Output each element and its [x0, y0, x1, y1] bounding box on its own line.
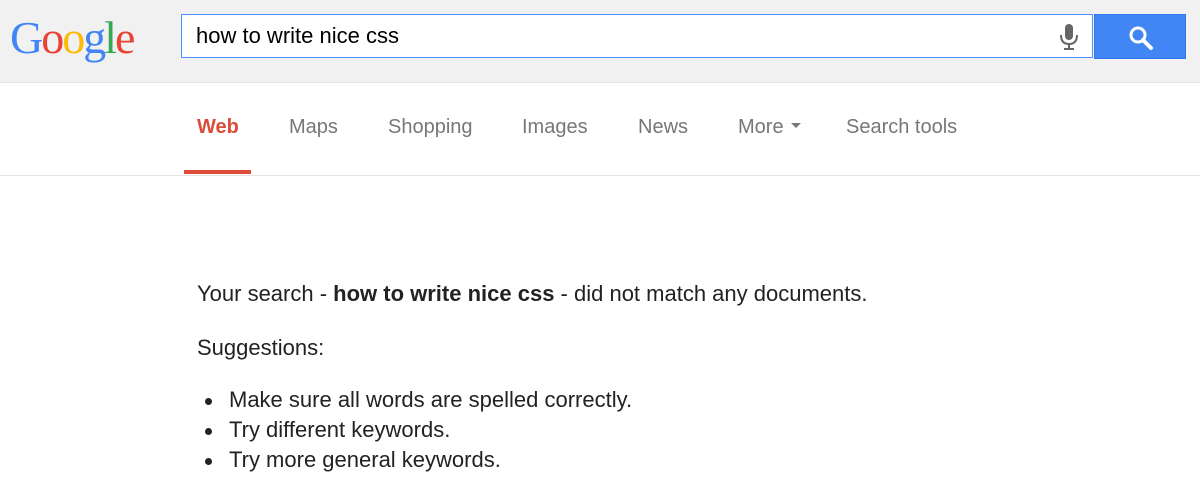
tab-maps[interactable]: Maps	[289, 83, 338, 175]
top-bar: Google	[0, 0, 1200, 83]
tab-news[interactable]: News	[638, 83, 688, 175]
tab-label: Maps	[289, 116, 338, 138]
search-box	[181, 14, 1093, 58]
tab-label: More	[738, 116, 784, 138]
suggestion-item: Try different keywords.	[197, 415, 868, 445]
logo-letter: o	[62, 12, 85, 63]
message-prefix: Your search -	[197, 281, 334, 306]
caret-down-icon	[790, 123, 801, 129]
suggestions-list: Make sure all words are spelled correctl…	[197, 385, 868, 475]
microphone-icon[interactable]	[1058, 23, 1080, 51]
search-input[interactable]	[196, 15, 1046, 57]
tab-more[interactable]: More	[738, 83, 801, 175]
suggestion-item: Make sure all words are spelled correctl…	[197, 385, 868, 415]
tab-web[interactable]: Web	[197, 83, 239, 175]
logo-letter: o	[41, 12, 64, 63]
search-button[interactable]	[1094, 14, 1186, 59]
no-results-message: Your search - how to write nice css - di…	[197, 279, 868, 309]
active-tab-indicator	[184, 170, 251, 174]
suggestions-title: Suggestions:	[197, 335, 325, 360]
tab-label: Search tools	[846, 116, 958, 138]
suggestion-item: Try more general keywords.	[197, 445, 868, 475]
logo-letter: l	[104, 12, 117, 63]
tab-label: Images	[522, 116, 588, 138]
logo-letter: G	[10, 12, 43, 63]
tab-images[interactable]: Images	[522, 83, 588, 175]
logo-letter: e	[115, 12, 135, 63]
search-tabs: Web Maps Shopping Images News More Searc…	[0, 83, 1200, 176]
google-logo[interactable]: Google	[10, 10, 135, 66]
logo-letter: g	[83, 12, 106, 63]
message-suffix: - did not match any documents.	[554, 281, 868, 306]
tab-label: Shopping	[388, 116, 473, 138]
no-results-panel: Your search - how to write nice css - di…	[197, 279, 868, 475]
message-query: how to write nice css	[333, 281, 555, 306]
tab-label: Web	[197, 116, 239, 138]
tab-search-tools[interactable]: Search tools	[846, 83, 957, 175]
tab-shopping[interactable]: Shopping	[388, 83, 473, 175]
tab-label: News	[638, 116, 689, 138]
search-icon	[1129, 26, 1153, 50]
